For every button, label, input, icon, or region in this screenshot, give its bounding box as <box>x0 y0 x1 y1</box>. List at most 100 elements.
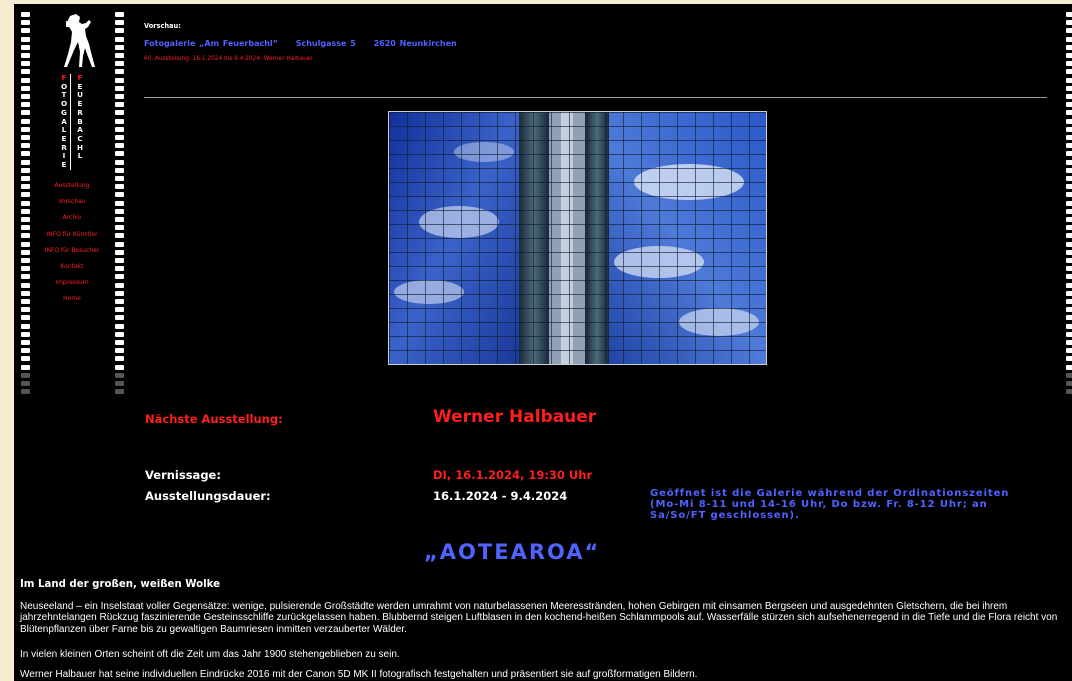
film-hole <box>21 167 30 173</box>
film-hole <box>21 20 30 26</box>
film-hole <box>115 44 124 50</box>
film-hole <box>21 331 30 337</box>
film-hole <box>1066 258 1072 263</box>
film-hole <box>115 118 124 124</box>
film-hole <box>1066 266 1072 272</box>
film-hole <box>1066 299 1072 304</box>
film-hole <box>1066 290 1072 296</box>
film-hole <box>1066 135 1072 140</box>
film-hole <box>21 364 30 370</box>
film-hole <box>115 85 124 91</box>
nav-item-archiv[interactable]: Archiv <box>22 210 122 226</box>
film-hole <box>115 12 124 17</box>
description-paragraph: In vielen kleinen Orten scheint oft die … <box>20 649 400 660</box>
film-hole <box>1066 143 1072 149</box>
film-hole <box>21 307 30 313</box>
logo-word-fotogalerie: FOTOGALERIE <box>59 73 69 170</box>
gallery-logo[interactable]: FOTOGALERIE FEUERBACHL <box>56 12 96 172</box>
film-hole <box>1066 176 1072 181</box>
vernissage-label: Vernissage: <box>145 468 221 482</box>
film-hole <box>1066 77 1072 83</box>
film-hole <box>21 102 30 108</box>
exhibition-photo <box>388 111 767 365</box>
film-hole <box>1066 12 1072 17</box>
film-hole <box>115 331 124 337</box>
film-hole <box>1066 85 1072 91</box>
film-hole <box>1066 364 1072 370</box>
film-hole <box>1066 126 1072 132</box>
exhibit-date-line: 60. Ausstellung: 16.1.2024 bis 9.4.2024:… <box>144 56 313 62</box>
film-hole <box>21 389 30 395</box>
main-nav: Ausstellung Vorschau Archiv INFO für Kün… <box>22 178 122 308</box>
film-hole <box>21 372 30 378</box>
film-hole <box>115 389 124 395</box>
film-hole <box>1066 184 1072 190</box>
logo-letter: L <box>77 151 83 161</box>
film-hole <box>1066 200 1072 206</box>
film-hole <box>1066 118 1072 124</box>
film-hole <box>1066 381 1072 386</box>
film-hole <box>1066 28 1072 34</box>
film-hole <box>115 151 124 157</box>
film-hole <box>21 323 30 329</box>
next-exhibition-label: Nächste Ausstellung: <box>145 412 283 426</box>
film-hole <box>1066 94 1072 99</box>
film-hole <box>1066 340 1072 345</box>
nav-item-kontakt[interactable]: Kontakt <box>22 259 122 275</box>
film-hole <box>1066 389 1072 395</box>
logo-divider <box>70 74 71 170</box>
page: FOTOGALERIE FEUERBACHL Ausstellung Vorsc… <box>14 4 1072 681</box>
nav-item-impressum[interactable]: Impressum <box>22 275 122 291</box>
film-hole <box>1066 331 1072 337</box>
film-hole <box>1066 233 1072 239</box>
nav-item-ausstellung[interactable]: Ausstellung <box>22 178 122 194</box>
nav-item-info-besucher[interactable]: INFO für Besucher <box>22 243 122 259</box>
film-hole <box>1066 249 1072 255</box>
film-hole <box>115 167 124 173</box>
nav-item-home[interactable]: Home <box>22 291 122 307</box>
film-hole <box>1066 20 1072 26</box>
film-strip-right <box>1066 4 1072 396</box>
opening-hours: Geöffnet ist die Galerie während der Ord… <box>650 488 1010 521</box>
film-hole <box>1066 274 1072 280</box>
film-hole <box>21 36 30 42</box>
film-hole <box>1066 61 1072 67</box>
section-label: Vorschau: <box>144 22 181 30</box>
film-hole <box>115 94 124 99</box>
film-hole <box>21 340 30 345</box>
film-hole <box>21 61 30 67</box>
film-hole <box>1066 282 1072 288</box>
film-hole <box>1066 356 1072 362</box>
film-hole <box>1066 44 1072 50</box>
film-hole <box>1066 151 1072 157</box>
nav-item-info-kuenstler[interactable]: INFO für Künstler <box>22 227 122 243</box>
film-hole <box>21 348 30 354</box>
film-hole <box>21 126 30 132</box>
film-hole <box>21 69 30 75</box>
film-hole <box>115 102 124 108</box>
film-hole <box>1066 307 1072 313</box>
exhibition-title: „AOTEAROA“ <box>424 540 601 564</box>
vernissage-date: DI, 16.1.2024, 19:30 Uhr <box>433 468 593 482</box>
film-hole <box>21 315 30 321</box>
film-hole <box>1066 323 1072 329</box>
film-hole <box>21 356 30 362</box>
description-heading: Im Land der großen, weißen Wolke <box>20 579 221 590</box>
film-hole <box>115 381 124 386</box>
film-hole <box>115 143 124 149</box>
film-hole <box>115 135 124 140</box>
film-hole <box>115 340 124 345</box>
logo-word-feuerbachl: FEUERBACHL <box>75 73 85 161</box>
film-hole <box>21 85 30 91</box>
film-hole <box>115 110 124 116</box>
film-hole <box>21 44 30 50</box>
film-hole <box>115 364 124 370</box>
film-hole <box>115 69 124 75</box>
gallery-name: Fotogalerie „Am Feuerbachl“ <box>144 39 278 48</box>
film-hole <box>1066 348 1072 354</box>
film-hole <box>115 348 124 354</box>
film-hole <box>115 20 124 26</box>
film-hole <box>1066 208 1072 214</box>
film-hole <box>1066 159 1072 165</box>
nav-item-vorschau[interactable]: Vorschau <box>22 194 122 210</box>
